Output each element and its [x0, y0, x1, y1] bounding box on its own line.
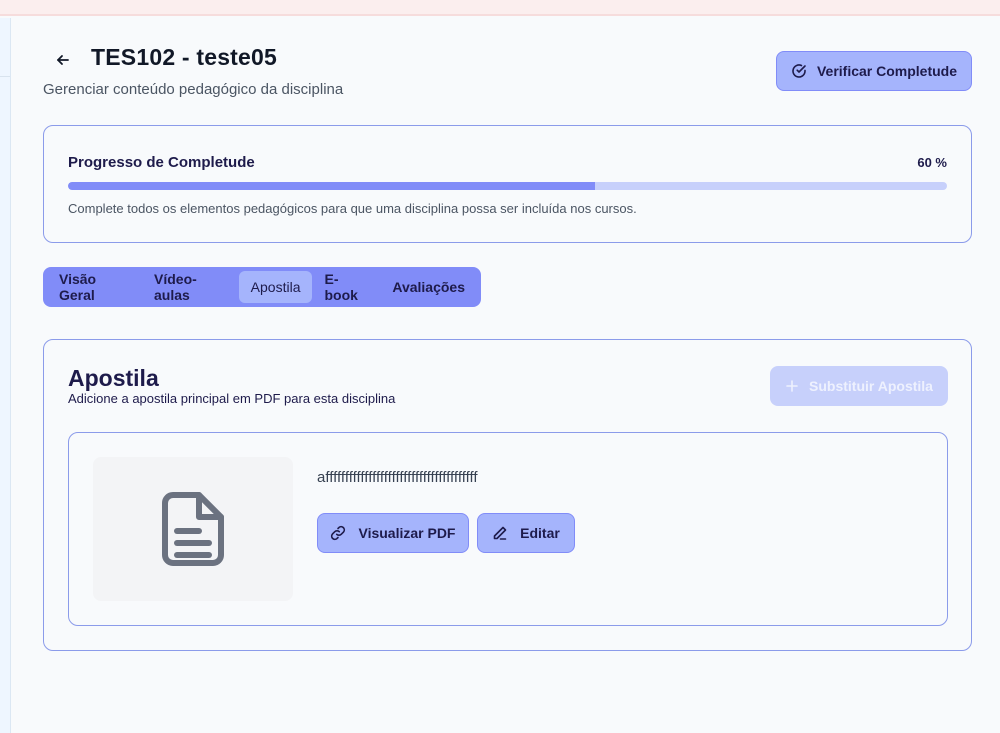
arrow-left-icon	[55, 52, 71, 68]
link-icon	[330, 525, 346, 541]
file-text-icon	[161, 491, 225, 567]
page-header: TES102 - teste05 Gerenciar conteúdo peda…	[43, 44, 973, 106]
progress-bar-fill	[68, 182, 596, 190]
left-sidebar-edge	[0, 18, 11, 733]
section-title: Apostila	[68, 365, 159, 391]
replace-apostila-label: Substituir Apostila	[809, 378, 933, 394]
replace-apostila-button[interactable]: Substituir Apostila	[770, 366, 948, 406]
tab-apostila[interactable]: Apostila	[238, 271, 313, 303]
edit-label: Editar	[520, 525, 560, 541]
tab-avaliacoes[interactable]: Avaliações	[380, 271, 477, 303]
view-pdf-label: Visualizar PDF	[358, 525, 456, 541]
back-button[interactable]	[49, 48, 77, 72]
file-card: afffffffffffffffffffffffffffffffffffffff…	[68, 432, 948, 626]
sidebar-divider	[0, 76, 10, 77]
view-pdf-button[interactable]: Visualizar PDF	[317, 513, 469, 553]
progress-card: Progresso de Completude 60 % Complete to…	[43, 125, 972, 243]
browser-top-strip	[0, 0, 1000, 16]
page-subtitle: Gerenciar conteúdo pedagógico da discipl…	[43, 81, 344, 98]
tab-video-aulas[interactable]: Vídeo-aulas	[142, 271, 239, 303]
page-title: TES102 - teste05	[91, 44, 278, 70]
plus-icon	[785, 379, 799, 393]
check-circle-icon	[791, 63, 807, 79]
progress-percent: 60 %	[917, 155, 947, 170]
tab-visao-geral[interactable]: Visão Geral	[47, 271, 142, 303]
progress-hint: Complete todos os elementos pedagógicos …	[68, 201, 637, 216]
pencil-icon	[492, 525, 508, 541]
progress-title: Progresso de Completude	[68, 154, 255, 171]
section-description: Adicione a apostila principal em PDF par…	[68, 391, 396, 406]
apostila-card: Apostila Adicione a apostila principal e…	[43, 339, 972, 651]
verify-completeness-button[interactable]: Verificar Completude	[776, 51, 972, 91]
content-tabs: Visão Geral Vídeo-aulas Apostila E-book …	[43, 267, 481, 307]
verify-completeness-label: Verificar Completude	[816, 63, 958, 79]
progress-bar	[68, 182, 947, 190]
file-thumbnail	[93, 457, 293, 601]
edit-button[interactable]: Editar	[477, 513, 575, 553]
tab-ebook[interactable]: E-book	[312, 271, 380, 303]
file-name: afffffffffffffffffffffffffffffffffffffff	[317, 469, 478, 486]
